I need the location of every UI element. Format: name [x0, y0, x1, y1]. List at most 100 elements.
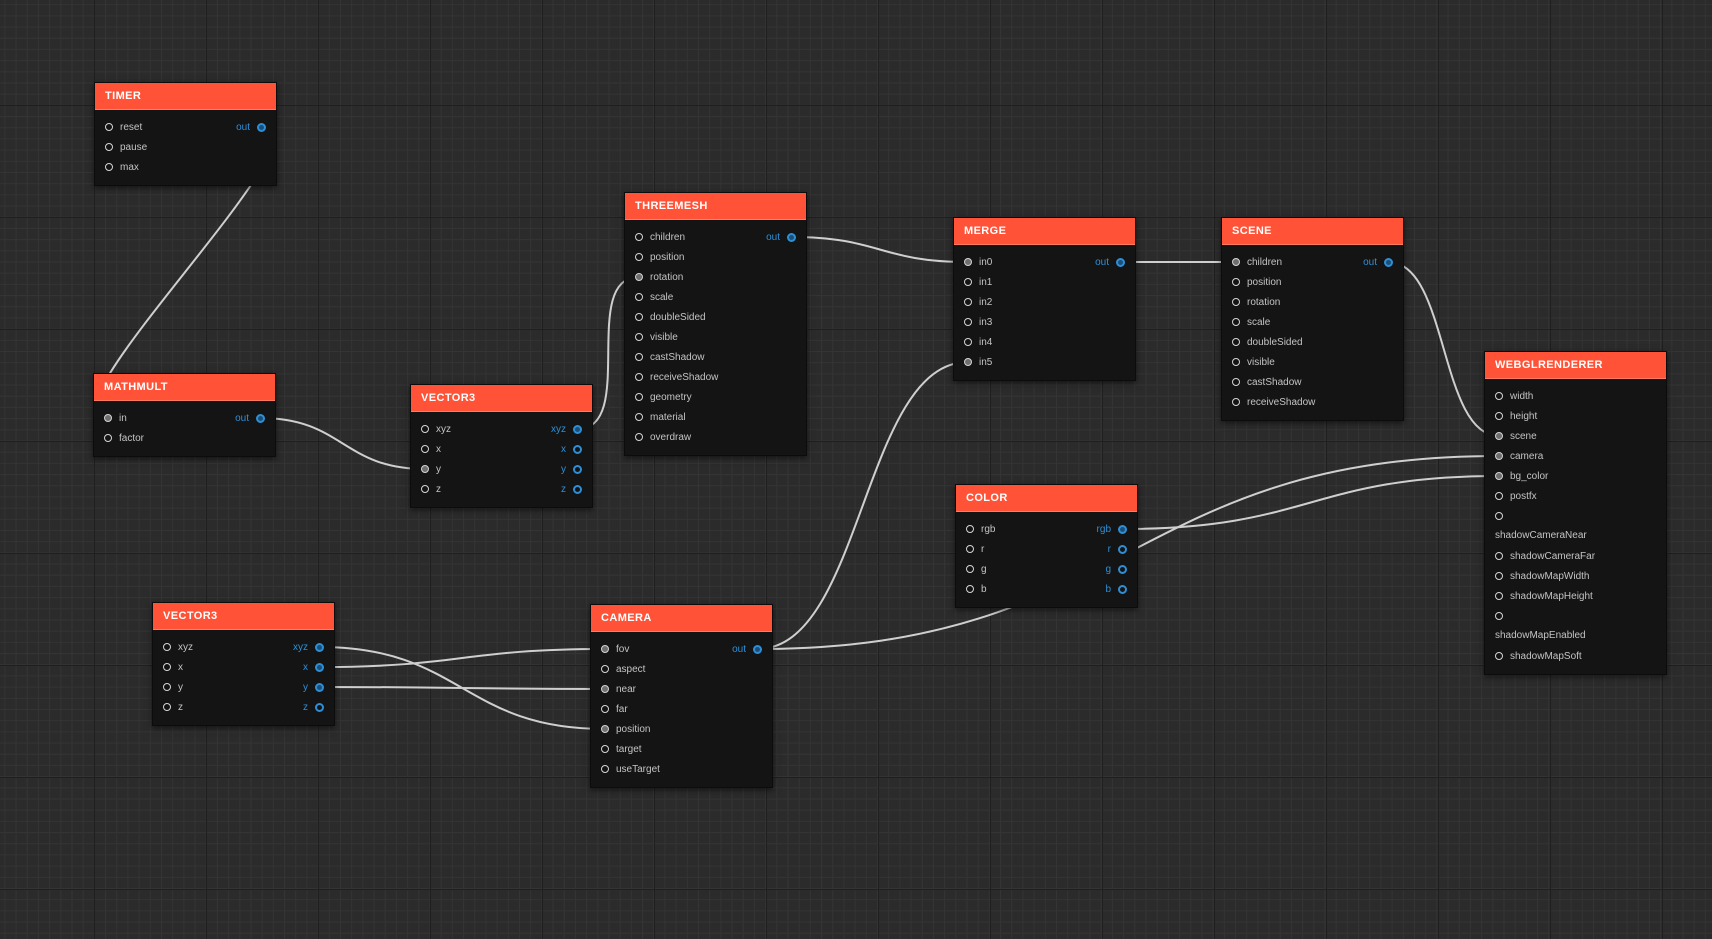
- vector3-node[interactable]: VECTOR3 xyz xyz x x y y z z: [152, 602, 335, 726]
- output-port-g[interactable]: g: [1105, 559, 1127, 579]
- input-port-width[interactable]: width: [1495, 386, 1533, 406]
- input-port-shadowmapwidth[interactable]: shadowMapWidth: [1495, 566, 1589, 586]
- node-title[interactable]: MERGE: [954, 218, 1135, 245]
- webglrenderer-node[interactable]: WEBGLRENDERER width height scene camera …: [1484, 351, 1667, 675]
- node-title[interactable]: VECTOR3: [411, 385, 592, 412]
- scene-node[interactable]: SCENE children out position rotation sca…: [1221, 217, 1404, 421]
- camera-node[interactable]: CAMERA fov out aspect near far position …: [590, 604, 773, 788]
- threemesh-node[interactable]: THREEMESH children out position rotation…: [624, 192, 807, 456]
- input-port-rotation[interactable]: rotation: [635, 267, 683, 287]
- input-port-in4[interactable]: in4: [964, 332, 992, 352]
- input-port-scale[interactable]: scale: [1232, 312, 1270, 332]
- output-port-r[interactable]: r: [1108, 539, 1127, 559]
- input-port-reset[interactable]: reset: [105, 117, 142, 137]
- input-port-xyz[interactable]: xyz: [163, 637, 193, 657]
- output-port-y[interactable]: y: [303, 677, 324, 697]
- input-port-castshadow[interactable]: castShadow: [635, 347, 704, 367]
- input-port-r[interactable]: r: [966, 539, 984, 559]
- input-port-factor[interactable]: factor: [104, 428, 144, 448]
- input-port-shadowmapsoft[interactable]: shadowMapSoft: [1495, 646, 1582, 666]
- input-port-near[interactable]: near: [601, 679, 636, 699]
- input-port-fov[interactable]: fov: [601, 639, 629, 659]
- input-port-usetarget[interactable]: useTarget: [601, 759, 660, 779]
- input-port-visible[interactable]: visible: [635, 327, 678, 347]
- output-port-out[interactable]: out: [236, 117, 266, 137]
- output-port-rgb[interactable]: rgb: [1097, 519, 1127, 539]
- input-port-castshadow[interactable]: castShadow: [1232, 372, 1301, 392]
- output-port-z[interactable]: z: [561, 479, 582, 499]
- node-title[interactable]: VECTOR3: [153, 603, 334, 630]
- timer-node[interactable]: TIMER reset out pause max: [94, 82, 277, 186]
- input-port-x[interactable]: x: [163, 657, 183, 677]
- input-port-aspect[interactable]: aspect: [601, 659, 645, 679]
- input-port-position[interactable]: position: [1232, 272, 1281, 292]
- input-port-children[interactable]: children: [635, 227, 685, 247]
- input-port-visible[interactable]: visible: [1232, 352, 1275, 372]
- input-port-geometry[interactable]: geometry: [635, 387, 692, 407]
- input-port-in5[interactable]: in5: [964, 352, 992, 372]
- output-port-xyz[interactable]: xyz: [551, 419, 582, 439]
- input-port-position[interactable]: position: [635, 247, 684, 267]
- input-port-height[interactable]: height: [1495, 406, 1537, 426]
- input-port-children[interactable]: children: [1232, 252, 1282, 272]
- input-port-g[interactable]: g: [966, 559, 987, 579]
- input-port-rotation[interactable]: rotation: [1232, 292, 1280, 312]
- input-port-y[interactable]: y: [163, 677, 183, 697]
- node-graph-canvas[interactable]: TIMER reset out pause max MATHMULT in ou…: [0, 0, 1712, 939]
- input-port-y[interactable]: y: [421, 459, 441, 479]
- input-port-shadowcamerafar[interactable]: shadowCameraFar: [1495, 546, 1595, 566]
- input-port-scene[interactable]: scene: [1495, 426, 1537, 446]
- input-port-in1[interactable]: in1: [964, 272, 992, 292]
- input-port-position[interactable]: position: [601, 719, 650, 739]
- output-port-x[interactable]: x: [561, 439, 582, 459]
- input-port-b[interactable]: b: [966, 579, 987, 599]
- output-port-out[interactable]: out: [1095, 252, 1125, 272]
- node-title[interactable]: COLOR: [956, 485, 1137, 512]
- input-port-max[interactable]: max: [105, 157, 139, 177]
- input-port-target[interactable]: target: [601, 739, 642, 759]
- input-port-pause[interactable]: pause: [105, 137, 147, 157]
- input-port-in0[interactable]: in0: [964, 252, 992, 272]
- input-port-camera[interactable]: camera: [1495, 446, 1543, 466]
- output-port-x[interactable]: x: [303, 657, 324, 677]
- input-port-rgb[interactable]: rgb: [966, 519, 995, 539]
- input-port-doublesided[interactable]: doubleSided: [635, 307, 706, 327]
- node-title[interactable]: TIMER: [95, 83, 276, 110]
- input-port-x[interactable]: x: [421, 439, 441, 459]
- output-port-xyz[interactable]: xyz: [293, 637, 324, 657]
- input-port-unnamed[interactable]: [1495, 606, 1510, 626]
- input-port-doublesided[interactable]: doubleSided: [1232, 332, 1303, 352]
- input-port-receiveshadow[interactable]: receiveShadow: [1232, 392, 1315, 412]
- node-title[interactable]: THREEMESH: [625, 193, 806, 220]
- input-port-receiveshadow[interactable]: receiveShadow: [635, 367, 718, 387]
- input-port-xyz[interactable]: xyz: [421, 419, 451, 439]
- output-port-out[interactable]: out: [1363, 252, 1393, 272]
- output-port-out[interactable]: out: [732, 639, 762, 659]
- input-port-postfx[interactable]: postfx: [1495, 486, 1537, 506]
- node-title[interactable]: SCENE: [1222, 218, 1403, 245]
- input-port-in3[interactable]: in3: [964, 312, 992, 332]
- vector3-node[interactable]: VECTOR3 xyz xyz x x y y z z: [410, 384, 593, 508]
- input-port-overdraw[interactable]: overdraw: [635, 427, 691, 447]
- input-port-in2[interactable]: in2: [964, 292, 992, 312]
- node-title[interactable]: WEBGLRENDERER: [1485, 352, 1666, 379]
- merge-node[interactable]: MERGE in0 out in1 in2 in3 in4 in5: [953, 217, 1136, 381]
- output-port-out[interactable]: out: [235, 408, 265, 428]
- input-port-material[interactable]: material: [635, 407, 686, 427]
- input-port-z[interactable]: z: [421, 479, 441, 499]
- color-node[interactable]: COLOR rgb rgb r r g g b b: [955, 484, 1138, 608]
- input-port-far[interactable]: far: [601, 699, 628, 719]
- input-port-bg-color[interactable]: bg_color: [1495, 466, 1548, 486]
- output-port-y[interactable]: y: [561, 459, 582, 479]
- input-port-z[interactable]: z: [163, 697, 183, 717]
- output-port-out[interactable]: out: [766, 227, 796, 247]
- input-port-shadowmapheight[interactable]: shadowMapHeight: [1495, 586, 1593, 606]
- output-port-b[interactable]: b: [1105, 579, 1127, 599]
- mathmult-node[interactable]: MATHMULT in out factor: [93, 373, 276, 457]
- input-port-in[interactable]: in: [104, 408, 127, 428]
- input-port-unnamed[interactable]: [1495, 506, 1510, 526]
- output-port-z[interactable]: z: [303, 697, 324, 717]
- input-port-scale[interactable]: scale: [635, 287, 673, 307]
- node-title[interactable]: MATHMULT: [94, 374, 275, 401]
- node-title[interactable]: CAMERA: [591, 605, 772, 632]
